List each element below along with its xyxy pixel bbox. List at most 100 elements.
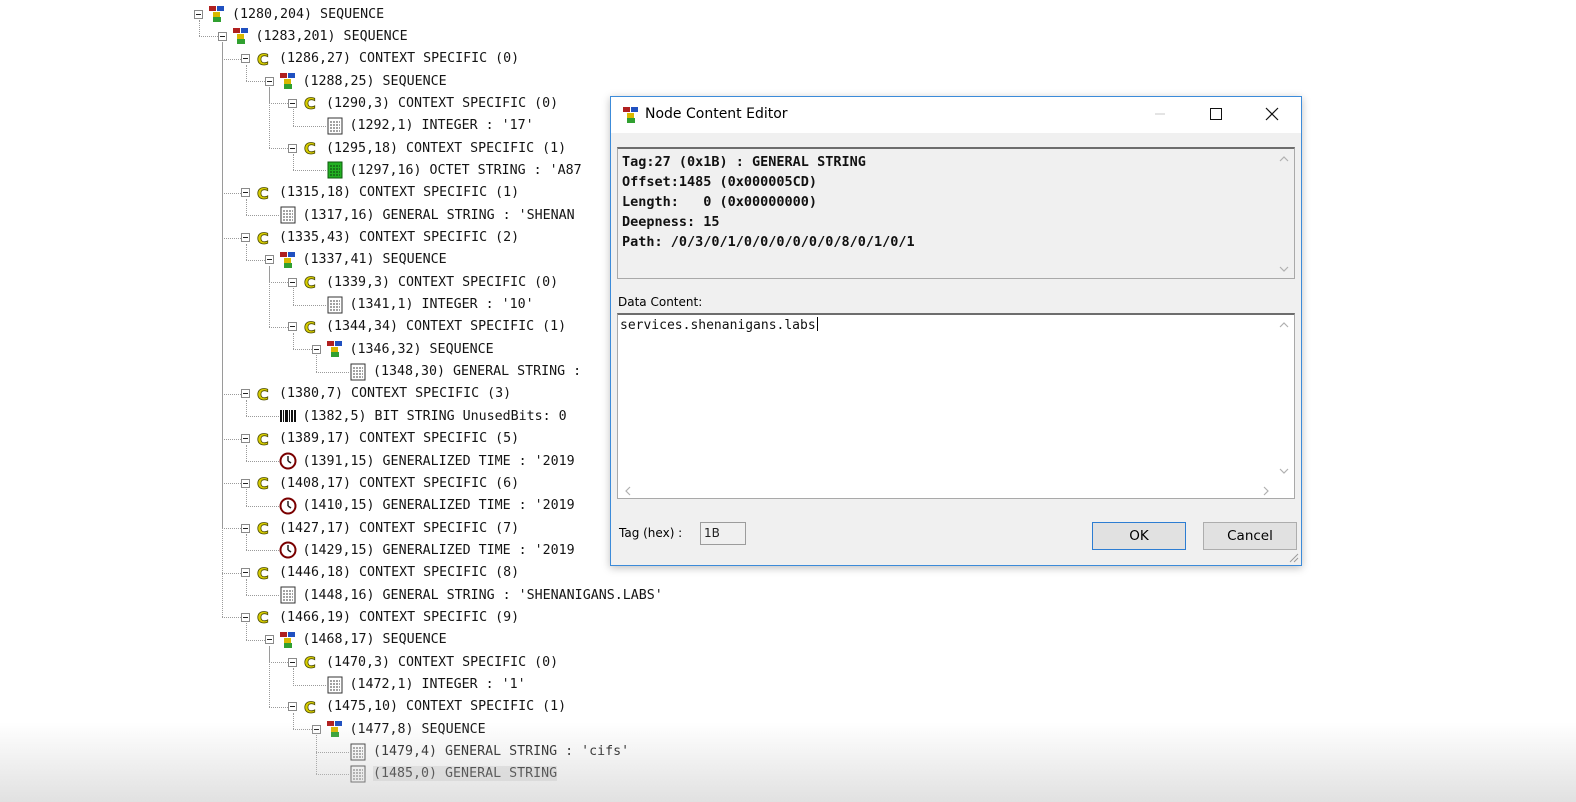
node-content-editor-dialog: Node Content Editor Tag:27 (0x1B) : GENE… <box>610 96 1302 566</box>
collapse-toggle-icon[interactable] <box>264 76 274 86</box>
tree-connector <box>245 81 265 83</box>
collapse-toggle-icon[interactable] <box>264 635 274 645</box>
collapse-toggle-icon[interactable] <box>288 98 297 108</box>
tree-node[interactable]: (1292,1) INTEGER : '17' <box>326 116 534 136</box>
tree-node[interactable]: C (1466,19) CONTEXT SPECIFIC (9) <box>241 607 519 627</box>
tree-node[interactable]: C (1427,17) CONTEXT SPECIFIC (7) <box>241 518 519 538</box>
svg-text:C: C <box>304 698 316 716</box>
tree-node[interactable]: C (1470,3) CONTEXT SPECIFIC (0) <box>288 652 558 672</box>
tree-connector <box>245 550 279 552</box>
cancel-button[interactable]: Cancel <box>1203 522 1297 550</box>
integer-icon <box>326 676 344 694</box>
tree-node[interactable]: C (1389,17) CONTEXT SPECIFIC (5) <box>241 429 519 449</box>
collapse-toggle-icon[interactable] <box>194 9 203 19</box>
svg-text:C: C <box>257 50 269 68</box>
collapse-toggle-icon[interactable] <box>311 344 321 354</box>
minimize-button[interactable] <box>1137 97 1183 131</box>
tree-node[interactable]: (1448,16) GENERAL STRING : 'SHENANIGANS.… <box>279 585 663 605</box>
collapse-toggle-icon[interactable] <box>288 277 297 287</box>
collapse-toggle-icon[interactable] <box>241 233 250 242</box>
collapse-toggle-icon[interactable] <box>311 724 321 734</box>
collapse-toggle-icon[interactable] <box>241 188 250 198</box>
tree-node[interactable]: C (1344,34) CONTEXT SPECIFIC (1) <box>288 317 566 337</box>
sequence-icon <box>326 340 344 358</box>
tree-node-label: (1337,41) SEQUENCE <box>302 252 447 268</box>
collapse-toggle-icon[interactable] <box>288 143 297 153</box>
data-content-hscrollbar[interactable] <box>618 482 1278 498</box>
general-string-icon <box>279 586 297 604</box>
collapse-toggle-icon[interactable] <box>241 568 250 578</box>
collapse-toggle-icon[interactable] <box>288 322 297 332</box>
collapse-toggle-icon[interactable] <box>241 612 250 622</box>
close-button[interactable] <box>1249 97 1295 131</box>
dialog-titlebar[interactable]: Node Content Editor <box>611 97 1301 133</box>
tree-node[interactable]: (1348,30) GENERAL STRING : <box>349 362 581 382</box>
tree-node[interactable]: C (1290,3) CONTEXT SPECIFIC (0) <box>288 93 558 113</box>
tree-node[interactable]: (1280,204) SEQUENCE <box>194 4 384 24</box>
tree-connector <box>222 572 241 574</box>
tree-node[interactable]: C (1475,10) CONTEXT SPECIFIC (1) <box>288 697 566 717</box>
data-content-vscrollbar[interactable] <box>1276 317 1292 479</box>
data-content-textarea[interactable]: services.shenanigans.labs <box>617 313 1295 499</box>
tree-connector <box>269 645 270 707</box>
tree-node[interactable]: (1341,1) INTEGER : '10' <box>326 295 534 315</box>
tree-node[interactable]: (1479,4) GENERAL STRING : 'cifs' <box>349 742 629 762</box>
collapse-toggle-icon[interactable] <box>217 31 227 41</box>
tree-node[interactable]: (1382,5) BIT STRING UnusedBits: 0 <box>279 406 567 426</box>
tree-connector <box>316 751 349 753</box>
tree-connector <box>245 639 265 641</box>
tree-node-label: (1477,8) SEQUENCE <box>349 721 486 737</box>
collapse-toggle-icon[interactable] <box>288 702 297 712</box>
tree-node[interactable]: (1472,1) INTEGER : '1' <box>326 675 526 695</box>
tree-node[interactable]: C (1380,7) CONTEXT SPECIFIC (3) <box>241 384 511 404</box>
tree-node[interactable]: (1288,25) SEQUENCE <box>264 71 447 91</box>
data-content-label: Data Content: <box>618 295 703 309</box>
tag-hex-input[interactable]: 1B <box>700 522 746 545</box>
collapse-toggle-icon[interactable] <box>264 255 274 265</box>
tree-node[interactable]: C (1286,27) CONTEXT SPECIFIC (0) <box>241 49 519 69</box>
collapse-toggle-icon[interactable] <box>241 389 250 399</box>
tree-node-label: (1286,27) CONTEXT SPECIFIC (0) <box>279 51 520 67</box>
node-info-textbox[interactable]: Tag:27 (0x1B) : GENERAL STRING Offset:14… <box>617 147 1295 279</box>
tree-connector <box>316 773 349 775</box>
tree-node[interactable]: (1317,16) GENERAL STRING : 'SHENAN <box>279 205 575 225</box>
tree-node-label: (1297,16) OCTET STRING : 'A87 <box>349 162 582 178</box>
tree-node[interactable]: C (1408,17) CONTEXT SPECIFIC (6) <box>241 473 519 493</box>
tree-node-label: (1315,18) CONTEXT SPECIFIC (1) <box>279 185 520 201</box>
tree-node[interactable]: (1485,0) GENERAL STRING <box>349 764 558 784</box>
ok-button[interactable]: OK <box>1092 522 1186 550</box>
tree-node[interactable]: (1391,15) GENERALIZED TIME : '2019 <box>279 451 575 471</box>
tree-node[interactable]: (1477,8) SEQUENCE <box>311 719 486 739</box>
tree-node[interactable]: C (1335,43) CONTEXT SPECIFIC (2) <box>241 228 519 248</box>
collapse-toggle-icon[interactable] <box>241 523 250 533</box>
tree-connector <box>292 684 326 686</box>
length-line: Length: 0 (0x00000000) <box>622 194 818 210</box>
collapse-toggle-icon[interactable] <box>241 434 250 444</box>
collapse-toggle-icon[interactable] <box>288 657 297 667</box>
collapse-toggle-icon[interactable] <box>241 478 250 488</box>
tree-node-label: (1288,25) SEQUENCE <box>302 73 447 89</box>
tree-node[interactable]: (1468,17) SEQUENCE <box>264 630 447 650</box>
svg-text:C: C <box>257 519 269 537</box>
tree-node[interactable]: (1297,16) OCTET STRING : 'A87 <box>326 160 582 180</box>
context-specific-icon: C <box>302 653 320 671</box>
svg-text:C: C <box>304 139 316 157</box>
maximize-button[interactable] <box>1193 97 1239 131</box>
tree-node[interactable]: C (1295,18) CONTEXT SPECIFIC (1) <box>288 138 566 158</box>
tree-connector <box>245 595 279 597</box>
tree-node[interactable]: (1410,15) GENERALIZED TIME : '2019 <box>279 496 575 516</box>
octet-string-icon <box>326 161 344 179</box>
collapse-toggle-icon[interactable] <box>241 54 250 64</box>
tree-node-label: (1341,1) INTEGER : '10' <box>349 297 534 313</box>
tree-node[interactable]: (1337,41) SEQUENCE <box>264 250 447 270</box>
tree-node[interactable]: C (1315,18) CONTEXT SPECIFIC (1) <box>241 183 519 203</box>
tree-connector <box>245 505 279 507</box>
tree-node[interactable]: (1346,32) SEQUENCE <box>311 339 494 359</box>
node-info-scrollbar[interactable] <box>1276 151 1292 277</box>
data-content-text: services.shenanigans.labs <box>620 318 816 333</box>
tree-node[interactable]: C (1339,3) CONTEXT SPECIFIC (0) <box>288 272 558 292</box>
tree-node[interactable]: (1429,15) GENERALIZED TIME : '2019 <box>279 540 575 560</box>
tree-node[interactable]: (1283,201) SEQUENCE <box>217 26 408 46</box>
resize-grip-icon[interactable] <box>1287 551 1299 563</box>
tree-node[interactable]: C (1446,18) CONTEXT SPECIFIC (8) <box>241 563 519 583</box>
